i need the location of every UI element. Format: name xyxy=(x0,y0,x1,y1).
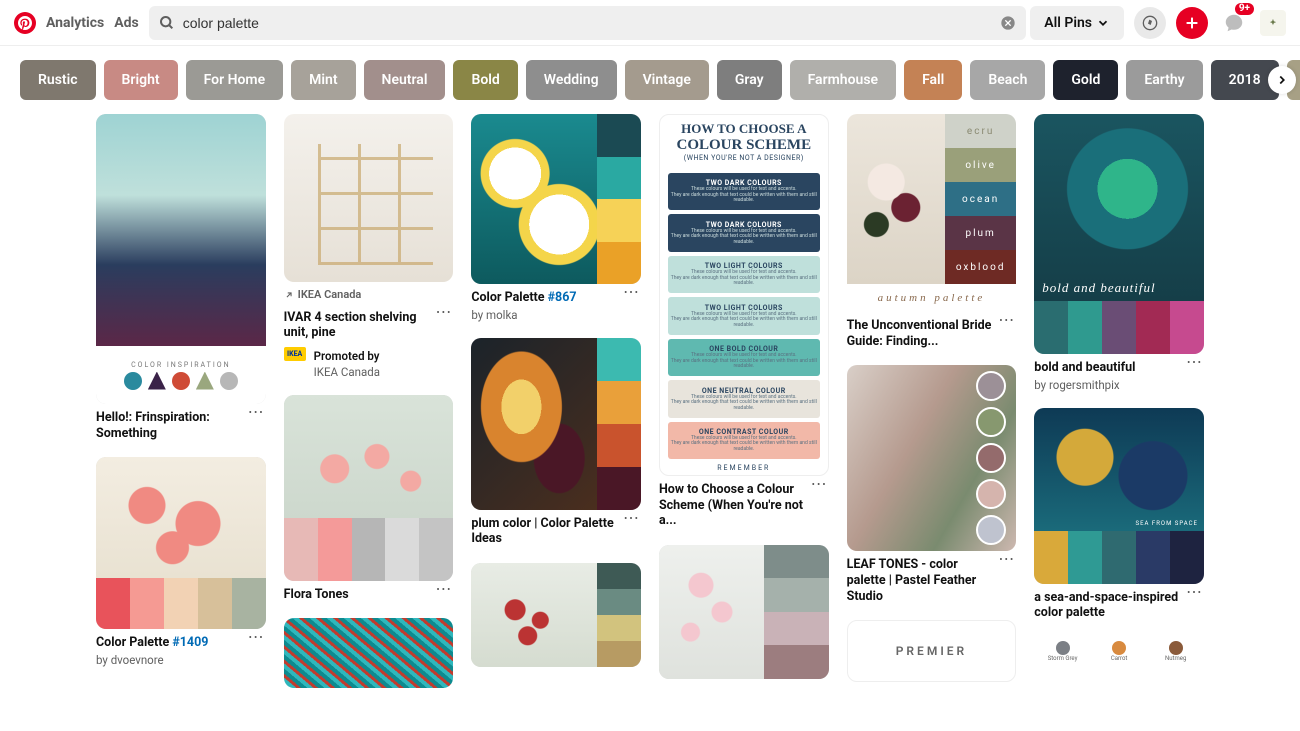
related-chips-row: RusticBrightFor HomeMintNeutralBoldWeddi… xyxy=(0,46,1300,114)
more-icon[interactable]: ⋯ xyxy=(433,581,453,597)
messages-button[interactable]: 9+ xyxy=(1218,7,1250,39)
more-icon[interactable]: ⋯ xyxy=(996,551,1016,567)
chip-earthy[interactable]: Earthy xyxy=(1126,60,1202,100)
search-input[interactable] xyxy=(183,15,993,31)
pin[interactable]: Color Palette #1409 ⋯ by dvoevnore xyxy=(96,457,266,667)
infographic-footer: REMEMBER xyxy=(660,464,828,472)
caption: SEA FROM SPACE xyxy=(1136,520,1198,527)
chip-gold[interactable]: Gold xyxy=(1053,60,1118,100)
filter-dropdown[interactable]: All Pins xyxy=(1030,6,1124,40)
pin-title: Hello!: Frinspiration: Something xyxy=(96,410,242,441)
pin-byline: by rogersmithpix xyxy=(1034,378,1204,392)
pin[interactable]: LEAF TONES - color palette | Pastel Feat… xyxy=(847,365,1017,604)
infographic-heading: HOW TO CHOOSE A xyxy=(660,121,828,137)
pin[interactable] xyxy=(284,618,454,688)
pin[interactable]: COLOR INSPIRATION Hello!: Frinspiration:… xyxy=(96,114,266,441)
chip-wedding[interactable]: Wedding xyxy=(526,60,617,100)
external-link[interactable]: IKEA Canada xyxy=(284,288,362,301)
pin[interactable]: bold and beautiful bold and beautiful ⋯ … xyxy=(1034,114,1204,392)
pin[interactable]: Flora Tones ⋯ xyxy=(284,395,454,603)
chip-neutral[interactable]: Neutral xyxy=(364,60,446,100)
pin[interactable]: SEA FROM SPACE a sea-and-space-inspired … xyxy=(1034,408,1204,621)
promoted-label: Promoted by xyxy=(314,349,380,363)
pin[interactable] xyxy=(471,563,641,667)
overlay-text: bold and beautiful xyxy=(1042,280,1155,296)
chip-bold[interactable]: Bold xyxy=(453,60,517,100)
more-icon[interactable]: ⋯ xyxy=(433,304,453,320)
link[interactable]: #867 xyxy=(548,290,577,305)
search-bar[interactable] xyxy=(149,6,1027,40)
plus-icon xyxy=(1184,15,1200,31)
more-icon[interactable]: ⋯ xyxy=(246,404,266,420)
pin[interactable]: Storm GreyCarrotNutmeg xyxy=(1034,637,1204,667)
chevron-right-icon xyxy=(1275,73,1289,87)
pin-title: bold and beautiful xyxy=(1034,360,1135,376)
more-icon[interactable]: ⋯ xyxy=(621,510,641,526)
pin-title: a sea-and-space-inspired color palette xyxy=(1034,590,1180,621)
caption: COLOR INSPIRATION xyxy=(131,361,231,369)
chip-beach[interactable]: Beach xyxy=(970,60,1045,100)
chip-mint[interactable]: Mint xyxy=(291,60,355,100)
add-button[interactable] xyxy=(1176,7,1208,39)
pin-title: Flora Tones xyxy=(284,587,349,603)
search-icon xyxy=(159,15,175,31)
pin[interactable] xyxy=(659,545,829,679)
pinterest-logo[interactable] xyxy=(14,12,36,34)
promoter-logo: IKEA xyxy=(284,347,306,361)
nav-analytics[interactable]: Analytics xyxy=(46,15,104,31)
chip-for-home[interactable]: For Home xyxy=(186,60,284,100)
infographic-heading: COLOUR SCHEME xyxy=(660,137,828,154)
link[interactable]: #1409 xyxy=(172,635,208,650)
chip-gray[interactable]: Gray xyxy=(717,60,782,100)
more-icon[interactable]: ⋯ xyxy=(996,312,1016,328)
chat-icon xyxy=(1223,12,1245,34)
nav-ads[interactable]: Ads xyxy=(114,15,138,31)
more-icon[interactable]: ⋯ xyxy=(621,284,641,300)
pin-title: plum color | Color Palette Ideas xyxy=(471,516,617,547)
chevron-down-icon xyxy=(1096,16,1110,30)
pinterest-icon xyxy=(18,16,32,30)
pin-byline: by dvoevnore xyxy=(96,653,266,667)
compass-icon xyxy=(1142,15,1158,31)
pin-byline: by molka xyxy=(471,308,641,322)
pin[interactable]: IKEA Canada IVAR 4 section shelving unit… xyxy=(284,114,454,379)
pin-title: The Unconventional Bride Guide: Finding.… xyxy=(847,318,993,349)
brand-label: PREMIER xyxy=(896,644,967,658)
infographic-subheading: (WHEN YOU'RE NOT A DESIGNER) xyxy=(660,154,828,162)
more-icon[interactable]: ⋯ xyxy=(1184,354,1204,370)
pin-title: Color Palette #1409 xyxy=(96,635,208,651)
promoter-name: IKEA Canada xyxy=(314,365,380,379)
caption: autumn palette xyxy=(847,284,1017,312)
pin[interactable]: HOW TO CHOOSE A COLOUR SCHEME (WHEN YOU'… xyxy=(659,114,829,529)
pin[interactable]: Color Palette #867 ⋯ by molka xyxy=(471,114,641,322)
notification-badge: 9+ xyxy=(1235,3,1254,15)
chip-fall[interactable]: Fall xyxy=(904,60,962,100)
chip-farmhouse[interactable]: Farmhouse xyxy=(790,60,896,100)
pin[interactable]: plum color | Color Palette Ideas ⋯ xyxy=(471,338,641,547)
pin-grid: COLOR INSPIRATION Hello!: Frinspiration:… xyxy=(0,114,1300,731)
header: Analytics Ads All Pins 9+ ✦ xyxy=(0,0,1300,46)
more-icon[interactable]: ⋯ xyxy=(1184,584,1204,600)
pin-title: LEAF TONES - color palette | Pastel Feat… xyxy=(847,557,993,604)
pin[interactable]: PREMIER xyxy=(847,620,1017,682)
more-icon[interactable]: ⋯ xyxy=(246,629,266,645)
pin-title: Color Palette #867 xyxy=(471,290,576,306)
chips-scroll-right[interactable] xyxy=(1268,66,1296,94)
pin-title: IVAR 4 section shelving unit, pine xyxy=(284,310,430,341)
pin-title: How to Choose a Colour Scheme (When You'… xyxy=(659,482,805,529)
more-icon[interactable]: ⋯ xyxy=(809,476,829,492)
clear-icon[interactable] xyxy=(1000,15,1016,31)
chip-vintage[interactable]: Vintage xyxy=(625,60,709,100)
profile-avatar[interactable]: ✦ xyxy=(1260,10,1286,36)
pin[interactable]: ecruoliveoceanplumoxblood autumn palette… xyxy=(847,114,1017,349)
explore-button[interactable] xyxy=(1134,7,1166,39)
chip-rustic[interactable]: Rustic xyxy=(20,60,96,100)
chip-bright[interactable]: Bright xyxy=(104,60,178,100)
filter-label: All Pins xyxy=(1044,15,1092,31)
